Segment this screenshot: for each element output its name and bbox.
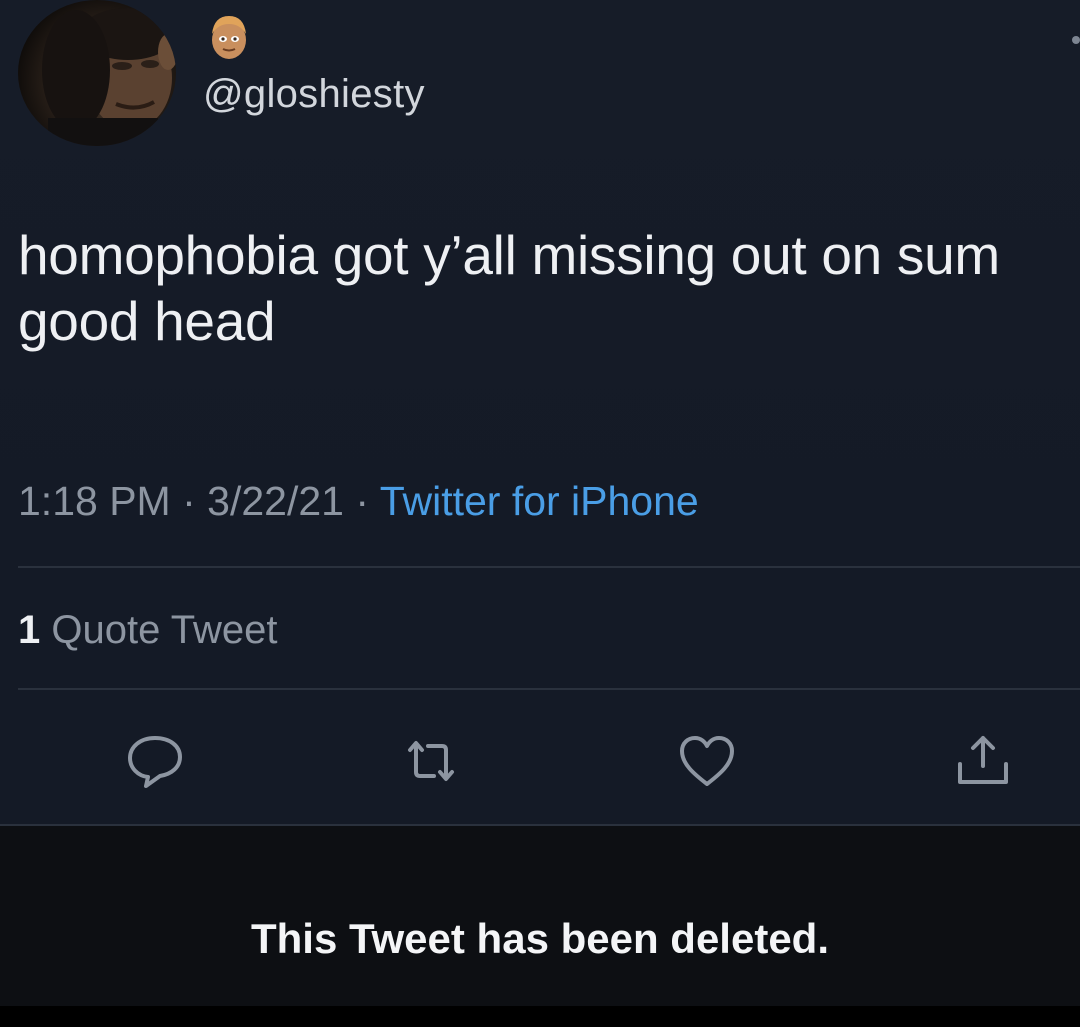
quote-tweet-stat[interactable]: 1 Quote Tweet (18, 608, 277, 653)
divider (18, 688, 1080, 690)
share-icon (958, 736, 1008, 784)
tweet-text: homophobia got y’all missing out on sum … (18, 224, 1000, 352)
heart-icon (680, 736, 734, 786)
quote-count: 1 (18, 608, 41, 652)
tweet-screenshot: @gloshiesty homophobia got y’all missing… (0, 0, 1080, 1027)
bottom-edge (0, 1006, 1080, 1027)
share-button[interactable] (952, 730, 1014, 792)
tweet-meta: 1:18 PM · 3/22/21 · Twitter for iPhone (18, 478, 699, 525)
divider (18, 566, 1080, 568)
user-handle[interactable]: @gloshiesty (203, 72, 425, 117)
like-button[interactable] (676, 730, 738, 792)
tweet-date: 3/22/21 (207, 478, 344, 524)
retweet-icon (408, 741, 454, 781)
more-options-icon[interactable] (1072, 36, 1080, 44)
deleted-notice-text: This Tweet has been deleted. (250, 915, 830, 962)
quote-label: Quote Tweet (51, 608, 278, 652)
avatar-photo (42, 8, 176, 146)
retweet-button[interactable] (400, 730, 462, 792)
tweet-source-link[interactable]: Twitter for iPhone (380, 478, 699, 524)
meta-separator: · (355, 478, 370, 524)
reply-button[interactable] (124, 730, 186, 792)
reply-icon (128, 736, 182, 788)
avatar[interactable] (18, 0, 176, 146)
tweet-time: 1:18 PM (18, 478, 171, 524)
man-emoji-icon (204, 12, 254, 62)
meta-separator: · (182, 478, 196, 524)
